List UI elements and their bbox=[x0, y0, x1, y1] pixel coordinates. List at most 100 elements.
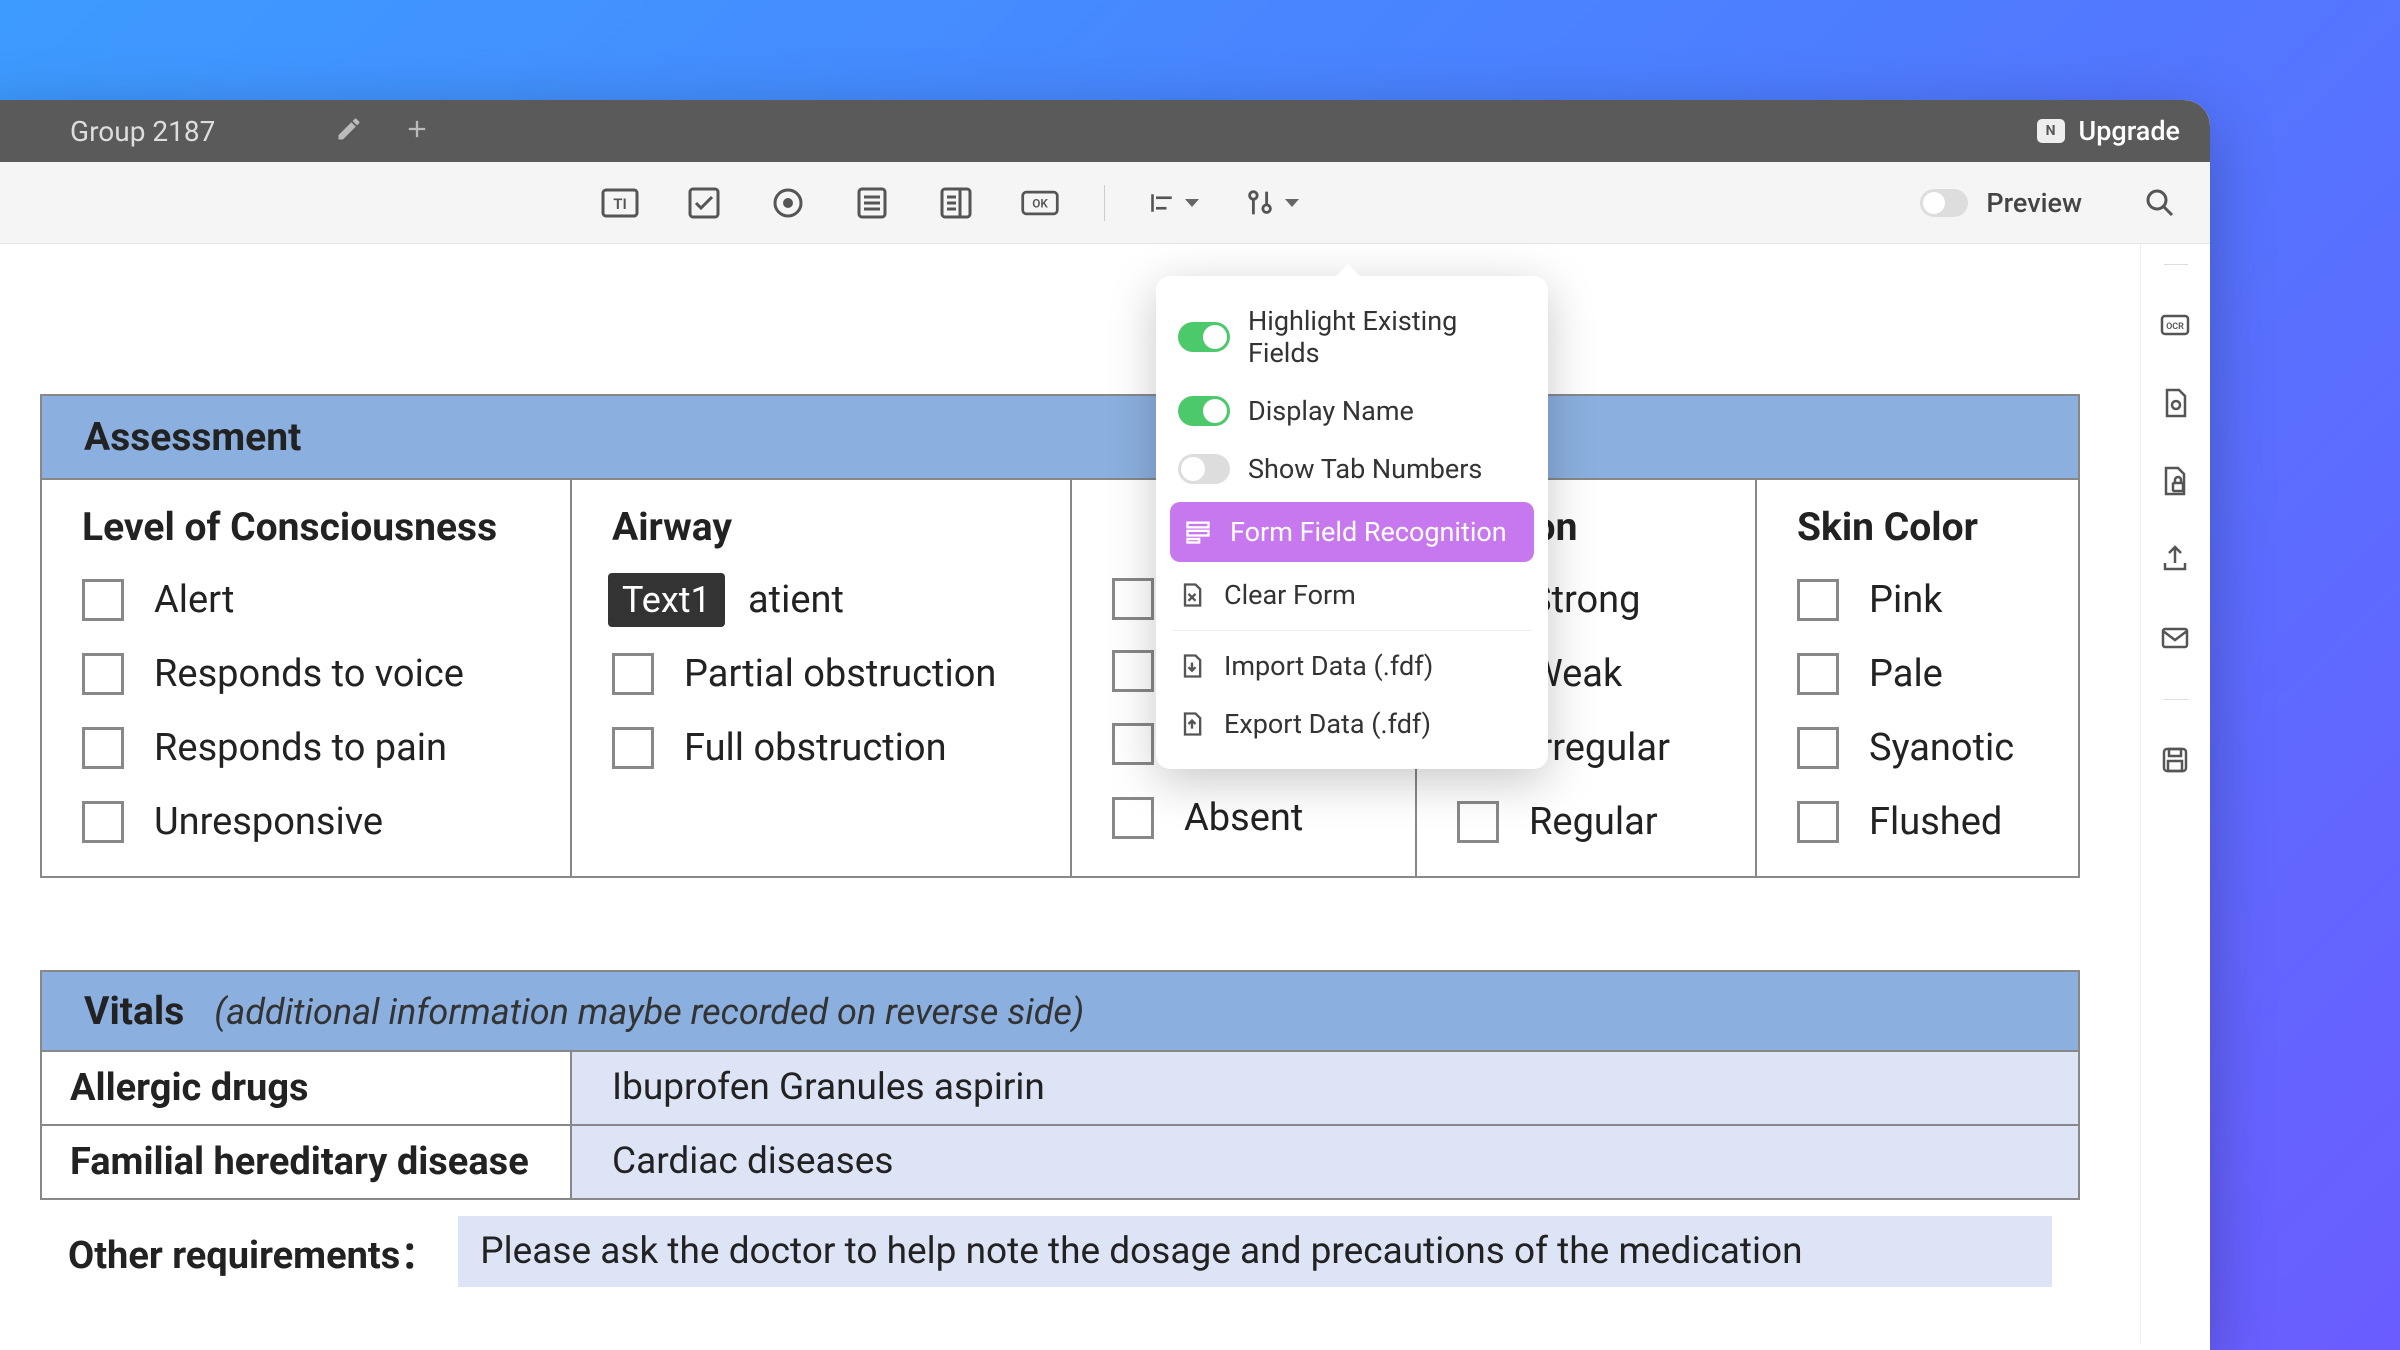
checkbox-label: Absent bbox=[1184, 796, 1303, 840]
checkbox-syanotic[interactable] bbox=[1797, 727, 1839, 769]
button-tool[interactable]: OK bbox=[1020, 185, 1060, 221]
dd-label: Import Data (.fdf) bbox=[1224, 650, 1433, 682]
list-icon bbox=[854, 185, 890, 221]
ocr-button[interactable]: OCR bbox=[2159, 309, 2193, 343]
checkbox-pink[interactable] bbox=[1797, 579, 1839, 621]
preview-label: Preview bbox=[1986, 187, 2082, 219]
checkbox-unresponsive[interactable] bbox=[82, 801, 124, 843]
mail-icon bbox=[2159, 621, 2191, 653]
assessment-header: Assessment bbox=[42, 396, 2078, 480]
other-req-value[interactable]: Please ask the doctor to help note the d… bbox=[458, 1216, 2052, 1287]
checkbox[interactable] bbox=[1112, 650, 1154, 692]
dd-label: Display Name bbox=[1248, 395, 1414, 427]
protect-button[interactable] bbox=[2159, 465, 2193, 499]
text-field-tool[interactable]: TI bbox=[600, 185, 640, 221]
other-requirements-row: Other requirements： Please ask the docto… bbox=[40, 1200, 2080, 1287]
checkbox-label: Alert bbox=[154, 578, 234, 622]
dd-show-tab-numbers[interactable]: Show Tab Numbers bbox=[1156, 440, 1548, 498]
assessment-table: Assessment Level of Consciousness Alert … bbox=[40, 394, 2080, 878]
checkbox-label: Irregular bbox=[1529, 726, 1670, 770]
checkbox-full-obstruction[interactable] bbox=[612, 727, 654, 769]
checkbox-label: Regular bbox=[1529, 800, 1658, 844]
app-window: Group 2187 N Upgrade TI OK bbox=[0, 100, 2210, 1350]
dropdown-icon bbox=[938, 185, 974, 221]
dropdown-separator bbox=[1172, 630, 1532, 631]
rail-separator bbox=[2164, 264, 2188, 265]
toolbar-separator bbox=[1104, 185, 1105, 221]
checkbox-tool[interactable] bbox=[684, 185, 724, 221]
checkbox-label: Unresponsive bbox=[154, 800, 383, 844]
svg-text:TI: TI bbox=[613, 195, 627, 213]
save-icon bbox=[2159, 744, 2191, 776]
chevron-down-icon bbox=[1185, 199, 1199, 207]
search-button[interactable] bbox=[2140, 183, 2180, 223]
checkbox-label: atient bbox=[748, 578, 844, 622]
checkbox-responds-pain[interactable] bbox=[82, 727, 124, 769]
assessment-col-airway: Airway Text1 atient Partial obstruction … bbox=[572, 480, 1072, 876]
list-tool[interactable] bbox=[852, 185, 892, 221]
checkbox-alert[interactable] bbox=[82, 579, 124, 621]
dd-form-field-recognition[interactable]: Form Field Recognition bbox=[1170, 502, 1534, 562]
vitals-row-value[interactable]: Cardiac diseases bbox=[572, 1126, 2078, 1198]
document-lock-icon bbox=[2159, 465, 2191, 497]
vitals-header: Vitals (additional information maybe rec… bbox=[40, 970, 2080, 1052]
dd-clear-form[interactable]: Clear Form bbox=[1156, 566, 1548, 624]
rail-separator bbox=[2164, 699, 2188, 700]
checkbox-label: Syanotic bbox=[1869, 726, 2014, 770]
field-name-tag[interactable]: Text1 bbox=[608, 573, 725, 627]
dropdown-tool[interactable] bbox=[936, 185, 976, 221]
toggle-display-name[interactable] bbox=[1178, 396, 1230, 426]
clear-form-icon bbox=[1178, 581, 1206, 609]
share-button[interactable] bbox=[2159, 543, 2193, 577]
toggle-highlight-fields[interactable] bbox=[1178, 322, 1230, 352]
vitals-table: Vitals (additional information maybe rec… bbox=[40, 970, 2080, 1287]
compress-button[interactable] bbox=[2159, 387, 2193, 421]
save-button[interactable] bbox=[2159, 744, 2193, 778]
checkbox-partial-obstruction[interactable] bbox=[612, 653, 654, 695]
form-settings-tool[interactable] bbox=[1243, 186, 1299, 220]
align-tool[interactable] bbox=[1149, 189, 1199, 217]
checkbox[interactable] bbox=[1112, 578, 1154, 620]
checkbox-flushed[interactable] bbox=[1797, 801, 1839, 843]
export-icon bbox=[1178, 710, 1206, 738]
col-title: Skin Color bbox=[1797, 504, 2038, 550]
checkbox[interactable] bbox=[1112, 723, 1154, 765]
mail-button[interactable] bbox=[2159, 621, 2193, 655]
tab-title[interactable]: Group 2187 bbox=[70, 115, 215, 148]
text-field-icon: TI bbox=[600, 185, 640, 221]
dd-export-data[interactable]: Export Data (.fdf) bbox=[1156, 695, 1548, 753]
checkbox-label: Partial obstruction bbox=[684, 652, 996, 696]
dd-highlight-fields[interactable]: Highlight Existing Fields bbox=[1156, 292, 1548, 382]
checkbox-absent[interactable] bbox=[1112, 797, 1154, 839]
wrench-icon bbox=[1243, 186, 1277, 220]
vitals-row-value[interactable]: Ibuprofen Granules aspirin bbox=[572, 1052, 2078, 1124]
align-left-icon bbox=[1149, 189, 1177, 217]
search-icon bbox=[2144, 187, 2176, 219]
document-content: Assessment Level of Consciousness Alert … bbox=[0, 244, 2140, 1350]
checkbox-regular[interactable] bbox=[1457, 801, 1499, 843]
vitals-row: Familial hereditary disease Cardiac dise… bbox=[40, 1126, 2080, 1200]
checkbox-pale[interactable] bbox=[1797, 653, 1839, 695]
dd-display-name[interactable]: Display Name bbox=[1156, 382, 1548, 440]
radio-tool[interactable] bbox=[768, 185, 808, 221]
dd-label: Show Tab Numbers bbox=[1248, 453, 1482, 485]
dd-import-data[interactable]: Import Data (.fdf) bbox=[1156, 637, 1548, 695]
document-compress-icon bbox=[2159, 387, 2191, 419]
new-tab-button[interactable] bbox=[403, 115, 431, 147]
preview-toggle[interactable] bbox=[1920, 189, 1968, 217]
checkbox-label: Flushed bbox=[1869, 800, 2002, 844]
ocr-icon: OCR bbox=[2159, 309, 2191, 341]
svg-text:OCR: OCR bbox=[2166, 322, 2184, 332]
plus-icon bbox=[403, 115, 431, 143]
pencil-icon bbox=[335, 115, 363, 143]
rename-tab-button[interactable] bbox=[335, 115, 363, 147]
vitals-title: Vitals bbox=[84, 988, 184, 1034]
checkbox-responds-voice[interactable] bbox=[82, 653, 124, 695]
upgrade-badge-icon: N bbox=[2037, 119, 2065, 143]
upgrade-button[interactable]: N Upgrade bbox=[2037, 115, 2180, 147]
checkbox-label: Pink bbox=[1869, 578, 1942, 622]
form-recognition-icon bbox=[1184, 518, 1212, 546]
toggle-show-tab-numbers[interactable] bbox=[1178, 454, 1230, 484]
vitals-row-label: Familial hereditary disease bbox=[42, 1126, 572, 1198]
assessment-col-consciousness: Level of Consciousness Alert Responds to… bbox=[42, 480, 572, 876]
